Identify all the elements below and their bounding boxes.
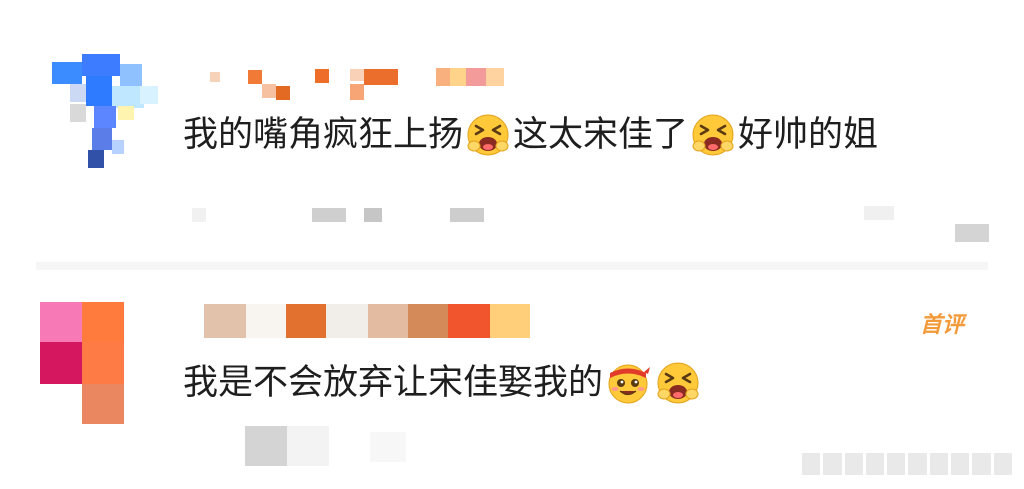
comment-text-part: 这太宋佳了 — [513, 114, 689, 155]
comment-text-part: 我是不会放弃让宋佳娶我的 — [183, 362, 604, 403]
grin-squint-icon — [692, 114, 734, 156]
comment-text: 我的嘴角疯狂上扬 这太宋佳了 好帅的姐 — [183, 112, 878, 158]
comment-text-part: 我的嘴角疯狂上扬 — [183, 114, 464, 155]
headband-smile-icon — [608, 364, 651, 404]
comment-text: 我是不会放弃让宋佳娶我的 — [183, 360, 703, 406]
first-comment-badge: 首评 — [920, 313, 965, 338]
comment-text-part: 好帅的姐 — [738, 114, 879, 155]
comment-divider — [36, 262, 988, 270]
grin-squint-icon — [657, 362, 699, 404]
grin-squint-icon — [467, 114, 509, 156]
watermark — [802, 453, 1012, 475]
